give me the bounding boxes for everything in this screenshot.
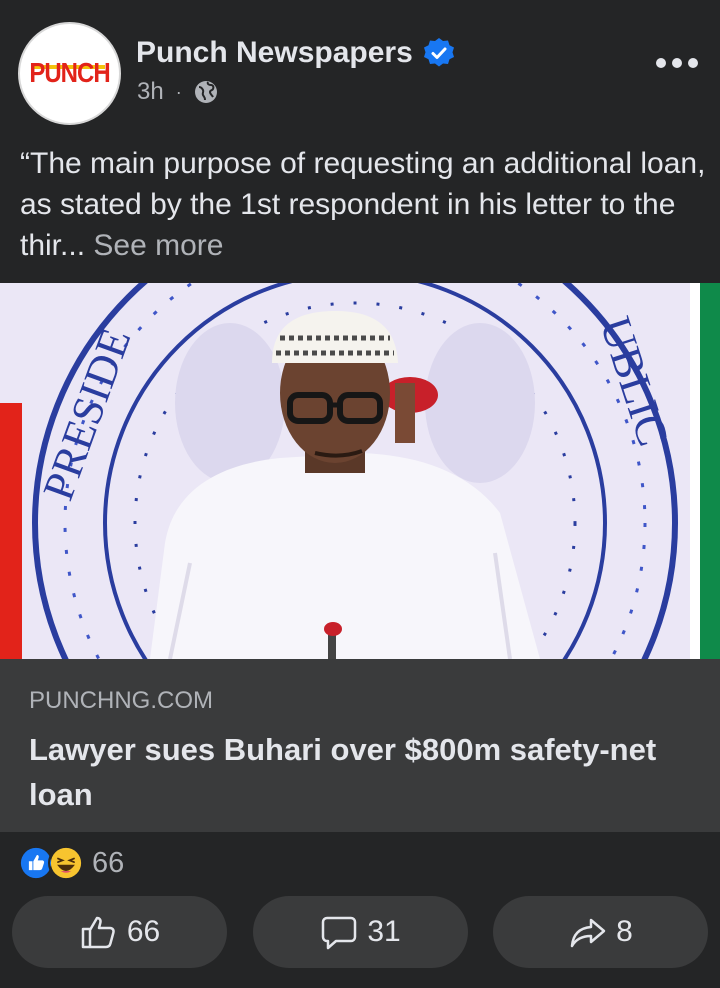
link-title[interactable]: Lawyer sues Buhari over $800m safety-net… bbox=[29, 727, 699, 817]
post-image-illustration: PRESIDE UBLIC bbox=[0, 283, 720, 659]
avatar-logo-text: PUNCH bbox=[29, 57, 110, 89]
comment-count: 31 bbox=[367, 915, 401, 948]
more-dot bbox=[656, 58, 666, 68]
post-image[interactable]: PRESIDE UBLIC bbox=[0, 283, 720, 659]
link-domain: PUNCHNG.COM bbox=[29, 687, 213, 714]
comment-button[interactable]: 31 bbox=[252, 896, 468, 968]
more-dot bbox=[688, 58, 698, 68]
like-button[interactable]: 66 bbox=[12, 896, 227, 968]
page-avatar[interactable]: PUNCH bbox=[18, 22, 121, 125]
comment-bubble-icon bbox=[322, 916, 357, 950]
see-more-link[interactable]: See more bbox=[93, 229, 223, 262]
page-name-row: Punch Newspapers bbox=[136, 36, 455, 70]
meta-separator: · bbox=[175, 81, 182, 102]
post-header: PUNCH Punch Newspapers 3h · bbox=[0, 0, 720, 135]
more-dot bbox=[672, 58, 682, 68]
post-text: “The main purpose of requesting an addit… bbox=[20, 143, 710, 266]
share-button[interactable]: 8 bbox=[493, 896, 708, 968]
action-bar: 66 31 8 bbox=[12, 896, 708, 968]
page-name[interactable]: Punch Newspapers bbox=[136, 36, 413, 70]
share-arrow-icon bbox=[570, 918, 606, 948]
post-time[interactable]: 3h bbox=[137, 78, 164, 106]
globe-icon bbox=[194, 81, 217, 103]
link-preview[interactable]: PUNCHNG.COM Lawyer sues Buhari over $800… bbox=[0, 659, 720, 832]
verified-badge-icon bbox=[423, 38, 454, 67]
more-options-button[interactable] bbox=[656, 50, 698, 76]
share-count: 8 bbox=[616, 915, 633, 948]
post-meta: 3h · bbox=[137, 78, 218, 106]
haha-reaction-icon bbox=[48, 845, 84, 881]
like-count: 66 bbox=[126, 915, 161, 948]
post-card: PUNCH Punch Newspapers 3h · “The main pu… bbox=[0, 0, 720, 988]
thumbs-up-icon bbox=[81, 916, 115, 949]
reactions-summary[interactable]: 66 bbox=[18, 843, 124, 883]
reaction-count: 66 bbox=[92, 846, 125, 879]
